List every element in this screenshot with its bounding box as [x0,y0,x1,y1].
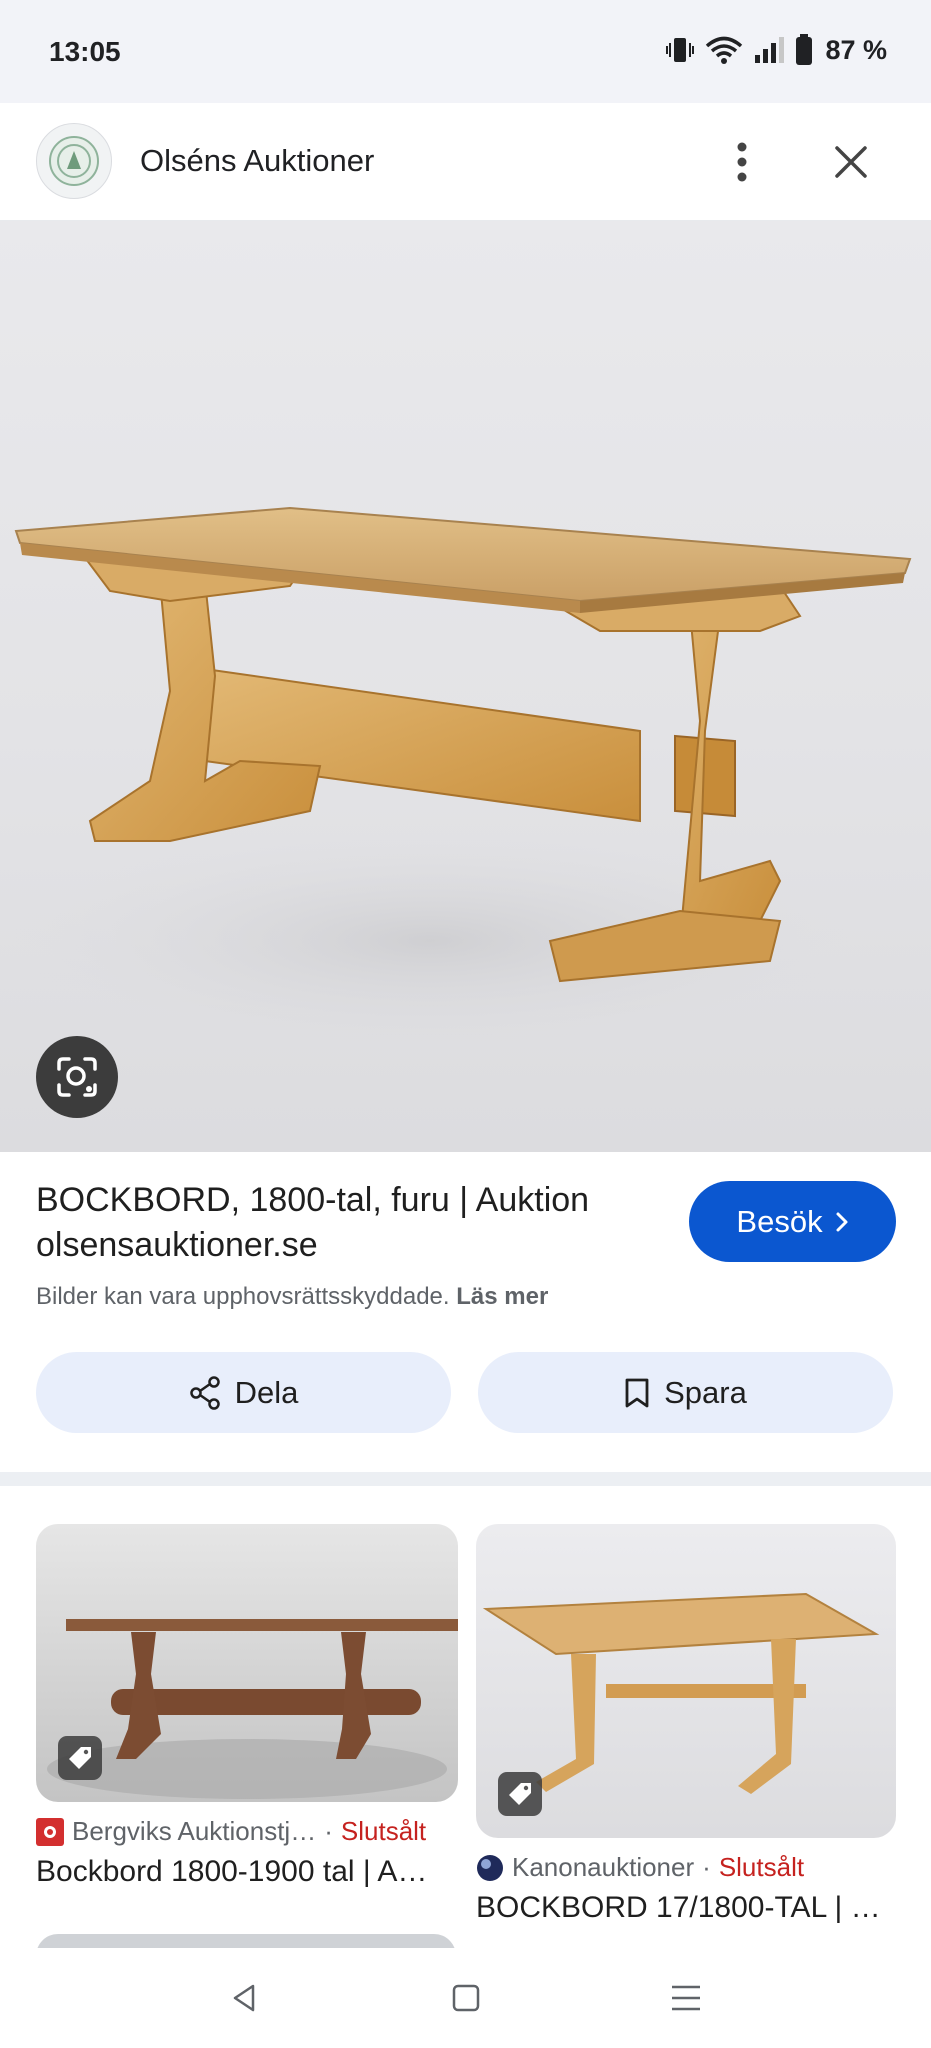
related-card[interactable]: Kanonauktioner · Slutsålt BOCKBORD 17/18… [476,1524,896,1925]
visit-button[interactable]: Besök [689,1181,896,1262]
copyright-notice: Bilder kan vara upphovsrättsskyddade. Lä… [36,1283,548,1311]
read-more-link[interactable]: Läs mer [456,1283,548,1310]
wifi-icon [706,36,743,64]
system-nav-bar [0,1948,931,2048]
menu-icon [672,1985,700,2011]
save-button[interactable]: Spara [478,1352,893,1433]
nav-recents-button[interactable] [656,1968,716,2028]
close-button[interactable] [826,137,876,187]
source-name: Kanonauktioner [512,1852,695,1882]
share-label: Dela [234,1374,299,1410]
bookmark-icon [625,1378,649,1407]
lens-search-button[interactable] [36,1036,118,1118]
viewer-header: Olséns Auktioner [0,103,931,221]
cell-signal-icon [755,37,785,63]
share-button[interactable]: Dela [36,1352,451,1433]
related-image[interactable] [476,1524,896,1838]
source-name: Bergviks Auktionstj… [72,1816,317,1846]
more-vert-icon [737,142,747,182]
sold-status: Slutsålt [718,1852,805,1882]
related-title[interactable]: Bockbord 1800-1900 tal | A… [36,1855,458,1889]
related-source: Bergviks Auktionstj… · Slutsålt [36,1816,458,1847]
status-bar: 13:05 87 % [0,0,931,103]
site-logo[interactable] [36,123,112,199]
price-tag-badge [58,1736,102,1780]
back-icon [233,1984,255,2012]
site-title[interactable]: Olséns Auktioner [140,143,374,179]
source-favicon [36,1817,64,1846]
related-source: Kanonauktioner · Slutsålt [476,1852,896,1883]
status-time: 13:05 [49,36,121,67]
home-icon [452,1984,480,2012]
related-title[interactable]: BOCKBORD 17/1800-TAL | … [476,1891,896,1925]
sold-status: Slutsålt [340,1816,427,1846]
table-photo [10,506,912,1051]
main-image[interactable] [0,221,931,1152]
more-options-button[interactable] [722,133,762,191]
close-icon [835,146,867,178]
share-icon [189,1375,220,1410]
status-icons: 87 % [665,34,887,66]
copyright-text: Bilder kan vara upphovsrättsskyddade. [36,1283,450,1310]
save-label: Spara [664,1374,747,1410]
battery-icon [796,34,813,65]
related-card[interactable]: Bergviks Auktionstj… · Slutsålt Bockbord… [36,1524,458,1889]
chevron-right-icon [836,1212,848,1231]
section-divider [0,1472,931,1486]
price-tag-icon [69,1747,91,1769]
nav-back-button[interactable] [214,1968,274,2028]
result-title[interactable]: BOCKBORD, 1800-tal, furu | Auktion olsen… [36,1178,676,1268]
vibrate-icon [666,38,695,62]
source-favicon [477,1854,503,1881]
nav-home-button[interactable] [436,1968,496,2028]
google-lens-icon [57,1057,97,1097]
price-tag-badge [498,1772,542,1816]
battery-percentage: 87 % [825,34,887,65]
related-image[interactable] [36,1524,458,1802]
price-tag-icon [509,1783,531,1805]
visit-label: Besök [736,1203,823,1239]
